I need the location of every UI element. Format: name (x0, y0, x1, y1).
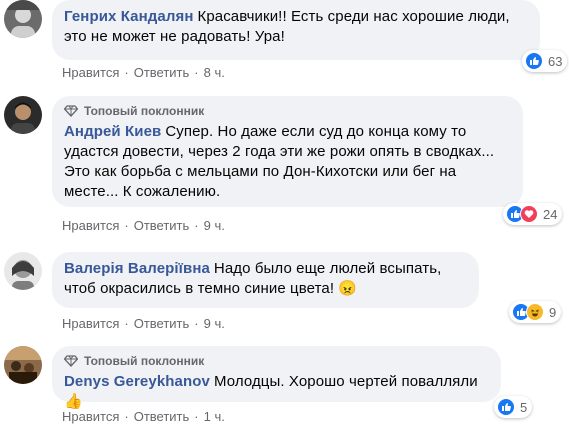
reaction-count: 5 (520, 399, 528, 415)
separator: · (124, 316, 129, 331)
separator: · (194, 409, 199, 424)
top-fan-badge: Топовый поклонник (64, 353, 489, 369)
separator: · (124, 409, 129, 424)
reply-link[interactable]: Ответить (134, 65, 190, 81)
avatar[interactable] (4, 0, 42, 38)
angry-emoji: 😠 (338, 280, 358, 297)
comment-text: Валерія Валеріївна Надо было еще люлей вс… (64, 259, 467, 299)
like-link[interactable]: Нравится (62, 409, 119, 425)
comment-bubble: Топовый поклонник Андрей Киев Супер. Но д… (52, 96, 523, 207)
badge-label: Топовый поклонник (84, 354, 205, 368)
comment-author[interactable]: Denys Gereykhanov (64, 373, 210, 390)
comment-author[interactable]: Генрих Кандалян (64, 8, 193, 25)
comment-time[interactable]: 9 ч. (204, 316, 225, 332)
comment-actions: Нравится · Ответить · 9 ч. (62, 316, 225, 332)
comment-time[interactable]: 8 ч. (204, 65, 225, 81)
avatar[interactable] (4, 346, 42, 384)
comment-bubble: Валерія Валеріївна Надо было еще люлей вс… (52, 252, 479, 308)
reaction-count: 24 (543, 206, 558, 222)
haha-icon (526, 303, 544, 321)
reaction-summary[interactable]: 24 (503, 203, 563, 225)
reaction-summary[interactable]: 5 (494, 396, 533, 418)
like-link[interactable]: Нравится (62, 65, 119, 81)
like-link[interactable]: Нравится (62, 316, 119, 332)
reaction-count: 9 (549, 304, 557, 320)
comment-text: Андрей Киев Супер. Но даже если суд до ко… (64, 122, 511, 202)
top-fan-badge: Топовый поклонник (64, 103, 511, 119)
avatar[interactable] (4, 96, 42, 134)
reaction-summary[interactable]: 9 (509, 301, 562, 323)
like-icon (525, 52, 543, 70)
separator: · (124, 65, 129, 80)
separator: · (124, 218, 129, 233)
comment-body: Молодцы. Хорошо чертей повалляли (213, 373, 478, 390)
reply-link[interactable]: Ответить (134, 316, 190, 332)
comment-time[interactable]: 9 ч. (204, 218, 225, 234)
separator: · (194, 316, 199, 331)
comment-actions: Нравится · Ответить · 1 ч. (62, 409, 225, 425)
thumbs-up-emoji: 👍 (64, 393, 83, 410)
comment-actions: Нравится · Ответить · 9 ч. (62, 218, 225, 234)
reply-link[interactable]: Ответить (134, 218, 190, 234)
like-link[interactable]: Нравится (62, 218, 119, 234)
comment-text: Генрих Кандалян Красавчики!! Есть среди н… (64, 7, 528, 47)
reply-link[interactable]: Ответить (134, 409, 190, 425)
comment-bubble: Генрих Кандалян Красавчики!! Есть среди н… (52, 0, 540, 60)
comment-text: Denys Gereykhanov Молодцы. Хорошо чертей … (64, 372, 489, 412)
comment-bubble: Топовый поклонник Denys Gereykhanov Молод… (52, 346, 501, 410)
reaction-summary[interactable]: 63 (522, 50, 568, 72)
comment-author[interactable]: Валерія Валеріївна (64, 260, 210, 277)
separator: · (194, 218, 199, 233)
love-icon (520, 205, 538, 223)
like-icon (497, 398, 515, 416)
badge-label: Топовый поклонник (84, 104, 205, 118)
comment-author[interactable]: Андрей Киев (64, 123, 161, 140)
avatar[interactable] (4, 252, 42, 290)
comment-time[interactable]: 1 ч. (204, 409, 225, 425)
diamond-icon (64, 355, 78, 367)
separator: · (194, 65, 199, 80)
comment-actions: Нравится · Ответить · 8 ч. (62, 65, 225, 81)
diamond-icon (64, 105, 78, 117)
reaction-count: 63 (548, 53, 563, 69)
